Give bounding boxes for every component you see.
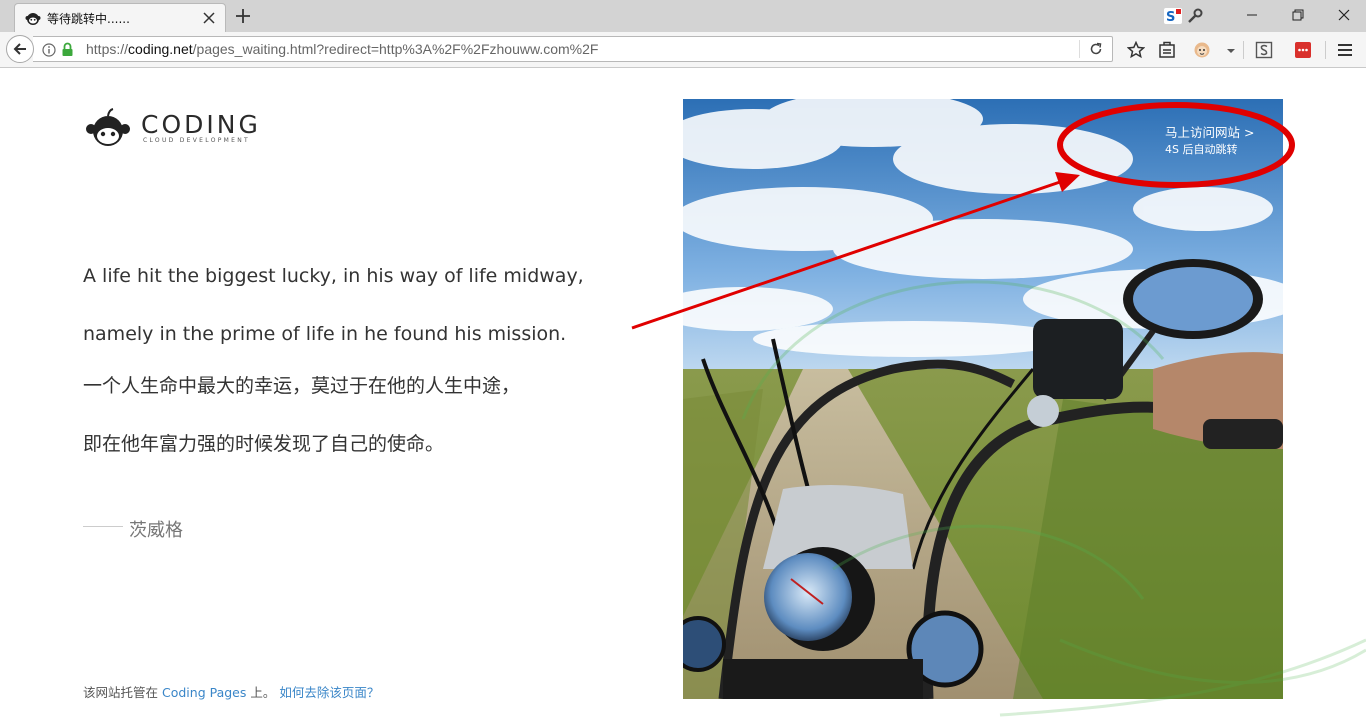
toolbar-divider <box>1325 41 1326 59</box>
dropdown-arrow-icon[interactable] <box>1222 41 1240 59</box>
reload-icon[interactable] <box>1089 42 1103 56</box>
new-tab-plus-icon[interactable] <box>234 7 252 25</box>
tab-strip: 等待跳转中...... S <box>0 0 1366 32</box>
red-extension-icon[interactable] <box>1294 41 1312 59</box>
quote-author: 茨威格 <box>129 520 183 541</box>
url-text[interactable]: https://coding.net/pages_waiting.html?re… <box>86 41 598 57</box>
author-dash <box>83 526 123 527</box>
quote-chinese-line-2: 即在他年富力强的时候发现了自己的使命。 <box>83 433 445 455</box>
url-scheme: https:// <box>86 41 129 57</box>
toolbar-divider <box>1243 41 1244 59</box>
coding-monkey-icon <box>25 13 41 25</box>
visit-site-link[interactable]: 马上访问网站 > <box>1165 122 1254 141</box>
bookmark-star-icon[interactable] <box>1127 41 1145 59</box>
restore-button[interactable] <box>1276 2 1320 28</box>
remove-page-link[interactable]: 如何去除该页面？ <box>279 685 379 700</box>
coding-pages-link[interactable]: Coding Pages <box>162 685 246 700</box>
monkey-face-icon[interactable] <box>1193 41 1211 59</box>
monkey-logo-icon <box>86 108 130 146</box>
wrench-icon[interactable] <box>1186 8 1204 24</box>
footer-notice: 该网站托管在 Coding Pages 上。 如何去除该页面？ <box>83 682 379 701</box>
bookmarks-list-icon[interactable] <box>1158 41 1176 59</box>
info-icon[interactable] <box>42 43 56 57</box>
footer-prefix: 该网站托管在 <box>83 685 162 700</box>
quote-english-line-1: A life hit the biggest lucky, in his way… <box>83 265 584 287</box>
quote-chinese-line-1: 一个人生命中最大的幸运，莫过于在他的人生中途， <box>83 375 521 397</box>
coding-logo[interactable]: CODING CLOUD DEVELOPMENT <box>83 108 263 148</box>
close-window-button[interactable] <box>1322 2 1366 28</box>
extension-s-icon[interactable]: S <box>1164 8 1182 25</box>
urlbar-divider <box>1079 40 1080 58</box>
address-bar[interactable]: https://coding.net/pages_waiting.html?re… <box>33 36 1113 62</box>
browser-tab[interactable]: 等待跳转中...... <box>14 3 226 32</box>
close-tab-icon[interactable] <box>201 10 217 26</box>
logo-tagline: CLOUD DEVELOPMENT <box>143 137 250 144</box>
url-host: coding.net <box>128 41 193 57</box>
tab-title: 等待跳转中...... <box>47 12 130 26</box>
url-path: /pages_waiting.html?redirect=http%3A%2F%… <box>192 41 599 57</box>
motorcycle-photo <box>683 99 1283 699</box>
s-square-extension-icon[interactable] <box>1255 41 1273 59</box>
lock-icon <box>62 42 73 56</box>
back-button[interactable] <box>6 35 34 63</box>
hamburger-menu-icon[interactable] <box>1336 41 1354 59</box>
quote-english-line-2: namely in the prime of life in he found … <box>83 323 567 345</box>
auto-redirect-countdown: 4S 后自动跳转 <box>1165 143 1238 156</box>
back-arrow-icon <box>13 43 26 55</box>
footer-suffix: 上。 <box>246 685 280 700</box>
logo-wordmark: CODING <box>141 110 261 139</box>
navigation-toolbar: https://coding.net/pages_waiting.html?re… <box>0 32 1366 68</box>
extension-badge: S <box>1166 10 1175 24</box>
minimize-button[interactable] <box>1230 2 1274 28</box>
